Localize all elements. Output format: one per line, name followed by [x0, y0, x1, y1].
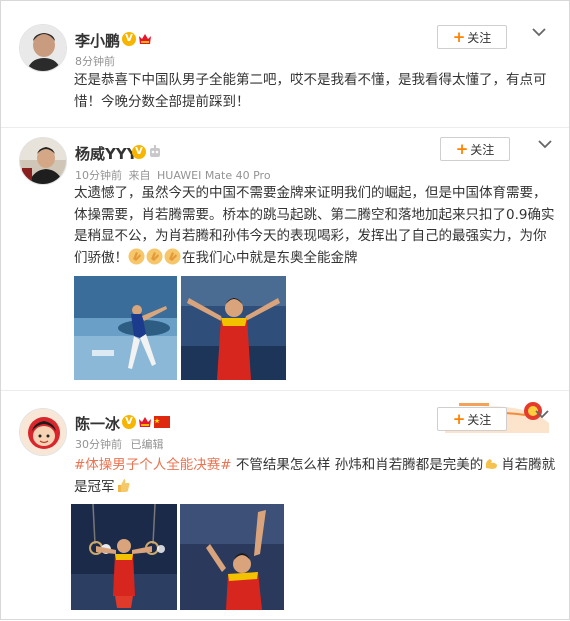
clap-emoji [128, 248, 145, 264]
post-image-2[interactable] [181, 276, 286, 380]
post-text-segment: 不管结果怎么样 孙炜和肖若腾都是完美的 [231, 457, 484, 473]
weibo-post-3: 陈一冰 V 30分钟前 已编辑 + 关注 #体操男子个人全能决赛# 不管结果怎么… [1, 391, 569, 621]
post-image-1[interactable] [71, 504, 177, 610]
post-text-line: 是稍显不公，为肖若腾和孙伟今天的表现喝彩，发挥出了自己的最强实力，为你 [74, 228, 547, 244]
vip-crown-icon [139, 34, 151, 44]
follow-button[interactable]: + 关注 [437, 407, 507, 431]
post-image-2[interactable] [180, 504, 284, 610]
clap-emoji [164, 248, 181, 264]
post-text-line: 还是恭喜下中国队男子全能第二吧，哎不是我看不懂，是我看得太懂了，有点可 [74, 72, 547, 88]
post-text: #体操男子个人全能决赛# 不管结果怎么样 孙炜和肖若腾都是完美的 肖若腾就 是冠军 [74, 455, 559, 498]
follow-label: 关注 [467, 30, 492, 45]
post-meta: 30分钟前 已编辑 [75, 436, 164, 452]
avatar-yang-wei[interactable] [19, 137, 67, 185]
post-text: 还是恭喜下中国队男子全能第二吧，哎不是我看不懂，是我看得太懂了，有点可 惜！今晚… [74, 70, 559, 113]
post-text: 太遗憾了，虽然今天的中国不需要金牌来证明我们的崛起，但是中国体育需要， 体操需要… [74, 183, 559, 269]
vip-verified-icon: V [132, 145, 146, 159]
weibo-post-2: 杨威YYY V 10分钟前 来自 HUAWEI Mate 40 Pro + 关注… [1, 128, 569, 388]
post-time[interactable]: 8分钟前 [75, 53, 115, 69]
vip-verified-icon: V [122, 32, 136, 46]
username[interactable]: 杨威YYY [75, 143, 138, 164]
chevron-down-icon[interactable] [532, 27, 546, 37]
source-prefix: 来自 [128, 169, 151, 182]
robot-badge-icon [150, 145, 160, 157]
post-text-line-last: 们骄傲！ 在我们心中就是东奥全能金牌 [74, 248, 559, 270]
edited-label: 已编辑 [130, 438, 164, 451]
post-text-line: 太遗憾了，虽然今天的中国不需要金牌来证明我们的崛起，但是中国体育需要， [74, 185, 547, 201]
follow-button[interactable]: + 关注 [440, 137, 510, 161]
hashtag-link[interactable]: #体操男子个人全能决赛# [74, 457, 232, 473]
chevron-down-icon[interactable] [538, 139, 552, 149]
vip-crown-icon [139, 417, 151, 427]
post-text-line: 是冠军 [74, 477, 559, 499]
post-image-1[interactable] [74, 276, 177, 380]
weibo-post-1: 李小鹏 V 8分钟前 + 关注 还是恭喜下中国队男子全能第二吧，哎不是我看不懂，… [1, 1, 569, 126]
post-text-segment: 们骄傲！ [74, 249, 128, 266]
post-text-segment: 是冠军 [74, 478, 115, 495]
post-text-line: 惜！今晚分数全部提前踩到！ [74, 93, 250, 110]
clap-emoji [146, 248, 163, 264]
follow-button[interactable]: + 关注 [437, 25, 507, 49]
follow-label: 关注 [470, 142, 495, 157]
post-text-segment: 肖若腾就 [501, 457, 556, 473]
avatar-chen-yibing[interactable] [19, 408, 67, 456]
post-meta: 10分钟前 来自 HUAWEI Mate 40 Pro [75, 167, 271, 183]
post-source[interactable]: HUAWEI Mate 40 Pro [157, 169, 271, 182]
follow-label: 关注 [467, 412, 492, 427]
post-time[interactable]: 10分钟前 [75, 169, 122, 182]
plus-icon: + [452, 27, 466, 46]
post-text-line: #体操男子个人全能决赛# 不管结果怎么样 孙炜和肖若腾都是完美的 肖若腾就 [74, 455, 559, 477]
post-text-line: 体操需要，肖若腾需要。桥本的跳马起跳、第二腾空和落地加起来只扣了0.9确实 [74, 206, 555, 223]
vip-verified-icon: V [122, 415, 136, 429]
thumbs-up-emoji [117, 478, 129, 492]
post-time[interactable]: 30分钟前 [75, 438, 122, 451]
china-flag-icon [154, 416, 170, 428]
avatar-li-xiaopeng[interactable] [19, 24, 67, 72]
username[interactable]: 陈一冰 [75, 413, 120, 434]
username[interactable]: 李小鹏 [75, 30, 120, 51]
plus-icon: + [452, 409, 466, 428]
post-text-segment: 在我们心中就是东奥全能金牌 [182, 249, 358, 266]
plus-icon: + [455, 139, 469, 158]
chevron-down-icon[interactable] [535, 409, 549, 419]
strong-arm-emoji [486, 459, 498, 469]
